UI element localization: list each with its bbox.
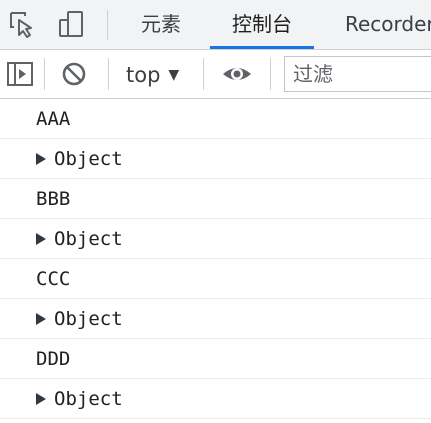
console-message: BBB bbox=[0, 179, 431, 219]
object-label: Object bbox=[54, 148, 123, 170]
live-expression-eye-icon[interactable] bbox=[221, 60, 253, 88]
toolbar-divider bbox=[203, 58, 204, 90]
tab-elements[interactable]: 元素 bbox=[141, 0, 181, 49]
js-context-label: top bbox=[126, 63, 161, 87]
log-text: CCC bbox=[36, 268, 71, 290]
devtools-tab-bar: 元素 控制台 Recorder bbox=[0, 0, 431, 50]
expand-triangle-icon[interactable] bbox=[36, 313, 46, 325]
log-text: DDD bbox=[36, 348, 71, 370]
console-toolbar: top ▼ bbox=[0, 50, 431, 99]
toolbar-divider bbox=[108, 58, 109, 90]
tab-console[interactable]: 控制台 bbox=[210, 0, 314, 49]
console-message: CCC bbox=[0, 259, 431, 299]
console-message: Object bbox=[0, 379, 431, 419]
object-label: Object bbox=[54, 228, 123, 250]
object-preview[interactable]: Object bbox=[36, 299, 123, 339]
expand-triangle-icon[interactable] bbox=[36, 153, 46, 165]
log-text: BBB bbox=[36, 188, 71, 210]
device-toolbar-icon[interactable] bbox=[56, 8, 88, 40]
console-message: Object bbox=[0, 139, 431, 179]
toolbar-divider bbox=[44, 58, 45, 90]
console-message: DDD bbox=[0, 339, 431, 379]
inspect-element-icon[interactable] bbox=[6, 8, 38, 40]
object-preview[interactable]: Object bbox=[36, 379, 123, 419]
js-context-select[interactable]: top ▼ bbox=[126, 60, 179, 90]
log-text: AAA bbox=[36, 108, 71, 130]
chevron-down-icon: ▼ bbox=[168, 67, 180, 83]
expand-triangle-icon[interactable] bbox=[36, 393, 46, 405]
expand-triangle-icon[interactable] bbox=[36, 233, 46, 245]
filter-input[interactable] bbox=[284, 56, 431, 92]
tab-bar-divider bbox=[107, 10, 108, 40]
object-preview[interactable]: Object bbox=[36, 219, 123, 259]
clear-console-icon[interactable] bbox=[60, 60, 88, 88]
console-message: Object bbox=[0, 299, 431, 339]
console-message: Object bbox=[0, 219, 431, 259]
tab-console-label: 控制台 bbox=[232, 12, 292, 36]
console-messages: AAA Object BBB Object CCC Object DDD Obj… bbox=[0, 99, 431, 419]
object-label: Object bbox=[54, 388, 123, 410]
tab-recorder[interactable]: Recorder bbox=[345, 0, 431, 49]
toolbar-divider bbox=[270, 58, 271, 90]
object-preview[interactable]: Object bbox=[36, 139, 123, 179]
console-message: AAA bbox=[0, 99, 431, 139]
devtools-panel: 元素 控制台 Recorder top ▼ 过滤 AAA Object BBB … bbox=[0, 0, 431, 423]
object-label: Object bbox=[54, 308, 123, 330]
show-sidebar-icon[interactable] bbox=[6, 60, 34, 88]
